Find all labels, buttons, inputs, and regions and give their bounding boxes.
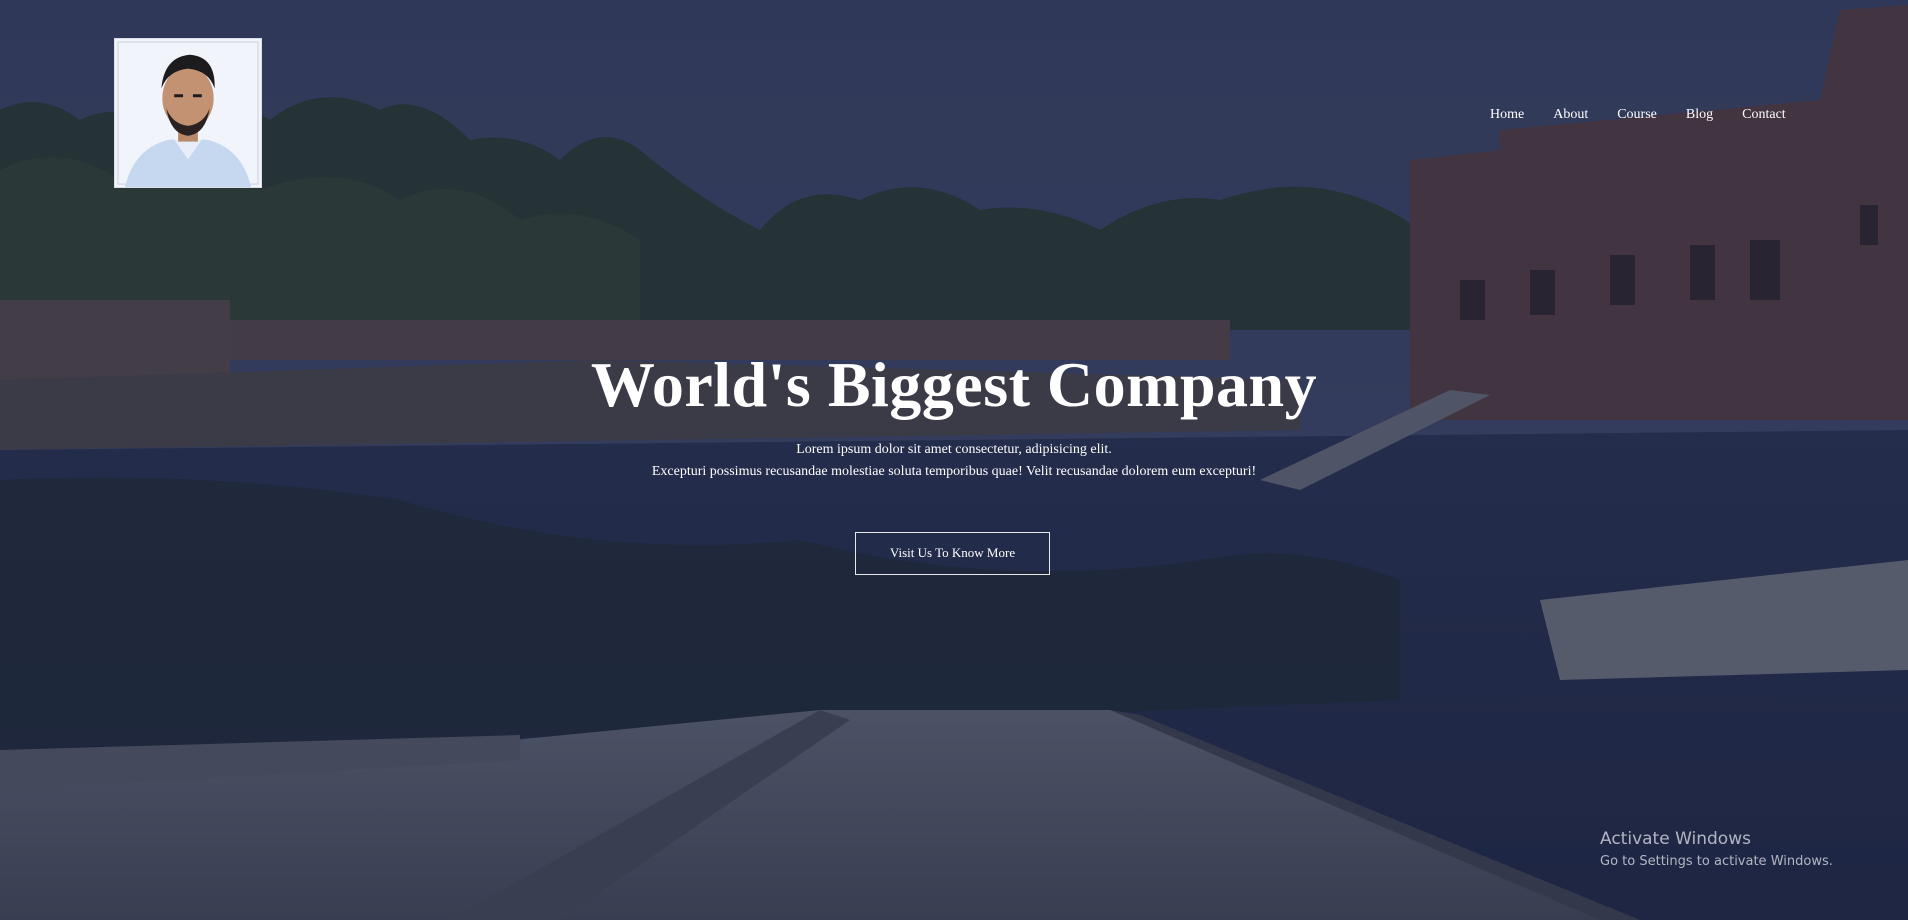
nav-course-link[interactable]: Course <box>1617 105 1657 125</box>
hero-section: Home About Course Blog Contact World's B… <box>0 0 1908 920</box>
visit-us-button[interactable]: Visit Us To Know More <box>855 532 1050 575</box>
hero-subtitle-line-1: Lorem ipsum dolor sit amet consectetur, … <box>796 442 1112 457</box>
nav-about-link[interactable]: About <box>1553 105 1588 125</box>
activate-windows-watermark: Activate Windows Go to Settings to activ… <box>1600 828 1833 872</box>
hero-title: World's Biggest Company <box>590 349 1318 420</box>
hero-subtitle-line-2: Excepturi possimus recusandae molestiae … <box>651 464 1257 479</box>
nav-blog-link[interactable]: Blog <box>1686 105 1713 125</box>
watermark-title: Activate Windows <box>1600 829 1751 849</box>
profile-photo <box>115 39 261 187</box>
watermark-subtitle: Go to Settings to activate Windows. <box>1600 854 1833 869</box>
hero-overlay <box>0 0 1908 920</box>
nav-home-link[interactable]: Home <box>1490 105 1524 125</box>
nav-contact-link[interactable]: Contact <box>1742 105 1786 125</box>
profile-logo[interactable] <box>114 38 262 188</box>
main-nav: Home About Course Blog Contact <box>1490 105 1815 125</box>
